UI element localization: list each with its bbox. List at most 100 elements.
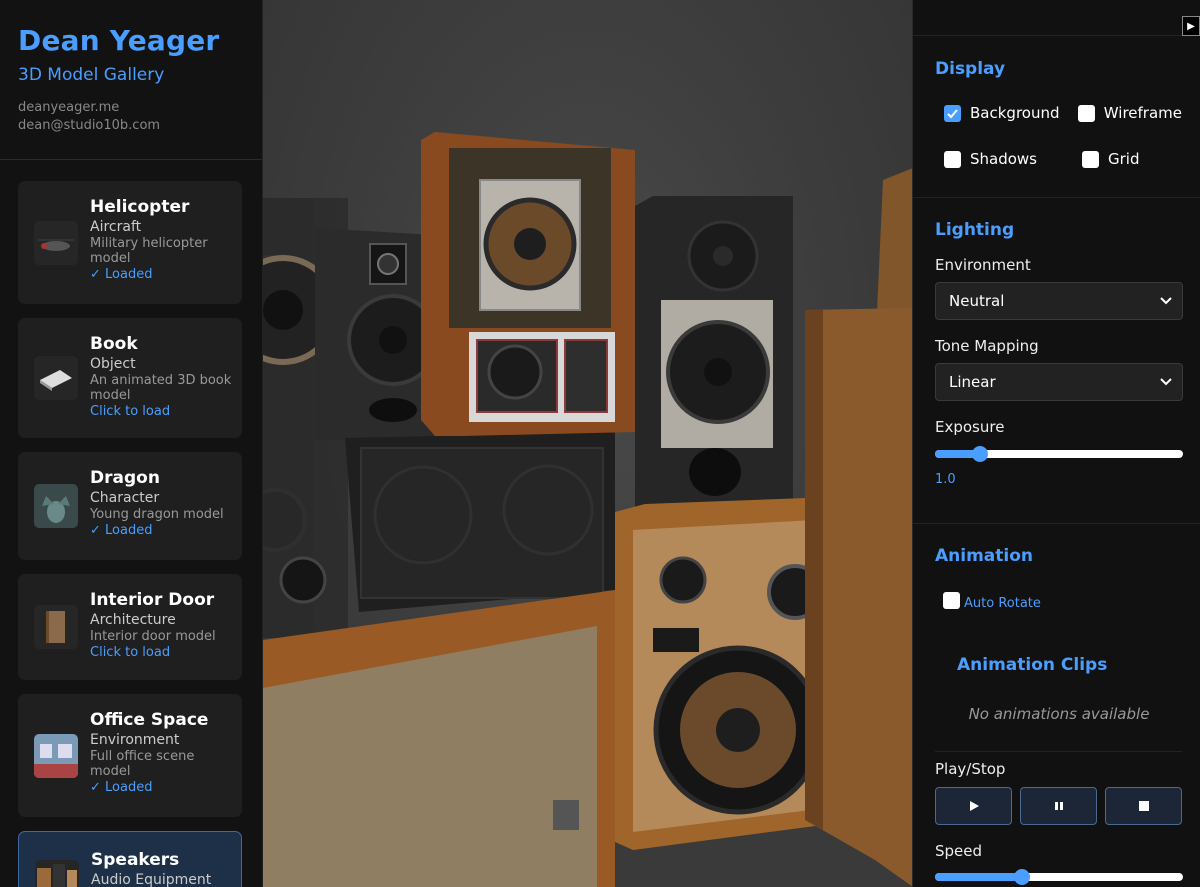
door-icon	[34, 605, 78, 649]
stop-button[interactable]	[1105, 787, 1182, 825]
display-title: Display	[935, 59, 1006, 79]
model-card-dragon[interactable]: Dragon Character Young dragon model ✓ Lo…	[18, 452, 242, 560]
environment-value: Neutral	[949, 292, 1005, 310]
black-speaker-tall	[635, 196, 793, 526]
grid-checkbox[interactable]	[1082, 150, 1099, 168]
display-row-2: Shadows Grid	[935, 150, 1182, 168]
auto-rotate-label: Auto Rotate	[964, 596, 1041, 611]
model-category: Environment	[90, 732, 180, 748]
collapse-panel-button[interactable]: ▶	[1182, 16, 1200, 36]
model-card-office-space[interactable]: Office Space Environment Full office sce…	[18, 694, 242, 817]
lighting-title: Lighting	[935, 220, 1015, 240]
grille-speaker	[345, 432, 615, 612]
exposure-slider[interactable]	[935, 446, 1183, 462]
controls-panel: ▶ Display Background Wireframe Shadows G…	[912, 0, 1200, 887]
shadows-label: Shadows	[970, 150, 1038, 168]
pause-icon	[1054, 802, 1063, 810]
play-triangle-icon: ▶	[1187, 20, 1195, 32]
model-description: Interior door model	[90, 629, 216, 644]
pause-button[interactable]	[1020, 787, 1097, 825]
display-row-1: Background Wireframe	[935, 104, 1182, 122]
speed-slider[interactable]	[935, 869, 1183, 885]
environment-select[interactable]: Neutral	[935, 282, 1183, 320]
wood-speaker-top	[421, 132, 635, 436]
play-button[interactable]	[935, 787, 1012, 825]
grid-label: Grid	[1108, 150, 1140, 168]
wood-cabinet-bottom	[263, 590, 615, 887]
helicopter-icon	[34, 220, 78, 265]
play-stop-label: Play/Stop	[935, 760, 1006, 778]
chevron-down-icon	[1160, 297, 1172, 305]
speakers-icon	[35, 860, 79, 887]
model-category: Audio Equipment	[91, 872, 212, 887]
speed-slider-fill	[935, 873, 1022, 881]
model-title: Office Space	[90, 710, 209, 730]
model-card-helicopter[interactable]: Helicopter Aircraft Military helicopter …	[18, 181, 242, 304]
tone-mapping-value: Linear	[949, 373, 996, 391]
app: Dean Yeager 3D Model Gallery deanyeager.…	[0, 0, 1200, 887]
model-status: ✓ Loaded	[90, 523, 153, 538]
background-toggle[interactable]: Background	[944, 104, 1078, 122]
background-label: Background	[970, 104, 1060, 122]
gallery-subtitle: 3D Model Gallery	[18, 65, 165, 85]
shadows-checkbox[interactable]	[944, 150, 961, 168]
wireframe-toggle[interactable]: Wireframe	[1077, 104, 1182, 122]
speed-slider-handle[interactable]	[1013, 869, 1030, 885]
model-description: Young dragon model	[90, 507, 224, 522]
3d-viewport[interactable]	[263, 0, 913, 887]
model-description: Full office scene model	[90, 749, 195, 779]
wireframe-label: Wireframe	[1103, 104, 1182, 122]
wireframe-checkbox[interactable]	[1077, 104, 1095, 122]
model-list: Helicopter Aircraft Military helicopter …	[0, 160, 262, 887]
tone-mapping-select[interactable]: Linear	[935, 363, 1183, 401]
playback-buttons	[935, 787, 1182, 825]
model-card-speakers[interactable]: Speakers Audio Equipment	[18, 831, 242, 887]
model-card-book[interactable]: Book Object An animated 3D book model Cl…	[18, 318, 242, 438]
exposure-slider-handle[interactable]	[971, 446, 988, 462]
exposure-value: 1.0	[935, 472, 956, 487]
model-status: Click to load	[90, 404, 171, 419]
model-description: Military helicopter model	[90, 236, 208, 266]
auto-rotate-toggle[interactable]: Auto Rotate	[935, 590, 1182, 611]
website-link[interactable]: deanyeager.me	[18, 99, 244, 117]
tone-mapping-label: Tone Mapping	[935, 337, 1039, 355]
display-section: Display Background Wireframe Shadows Gri…	[913, 36, 1200, 198]
no-animations-text: No animations available	[968, 705, 1150, 723]
animation-title: Animation	[935, 546, 1034, 566]
model-title: Helicopter	[90, 197, 190, 217]
model-card-interior-door[interactable]: Interior Door Architecture Interior door…	[18, 574, 242, 680]
model-description: An animated 3D book model	[90, 373, 232, 403]
grid-toggle[interactable]: Grid	[1082, 150, 1139, 168]
model-category: Object	[90, 356, 136, 372]
wood-panels-right	[805, 168, 913, 887]
exposure-label: Exposure	[935, 418, 1005, 436]
background-checkbox[interactable]	[944, 104, 961, 122]
chevron-down-icon	[1160, 378, 1172, 386]
animation-section: Animation Auto Rotate Animation Clips No…	[913, 524, 1200, 887]
auto-rotate-checkbox[interactable]	[943, 592, 960, 609]
model-status: Click to load	[90, 645, 171, 660]
lighting-section: Lighting Environment Neutral Tone Mappin…	[913, 198, 1200, 524]
author-name: Dean Yeager	[18, 24, 220, 57]
play-stop-group: Play/Stop Speed	[935, 751, 1183, 885]
model-title: Speakers	[91, 850, 180, 870]
speed-label: Speed	[935, 842, 983, 860]
email-link[interactable]: dean@studio10b.com	[18, 117, 244, 135]
model-category: Character	[90, 490, 160, 506]
shadows-toggle[interactable]: Shadows	[944, 150, 1082, 168]
sidebar-header: Dean Yeager 3D Model Gallery deanyeager.…	[0, 0, 262, 160]
model-status: ✓ Loaded	[90, 267, 153, 282]
model-category: Architecture	[90, 612, 176, 628]
check-icon	[947, 108, 958, 118]
office-icon	[34, 733, 78, 778]
panel-topbar: ▶	[913, 0, 1200, 36]
environment-label: Environment	[935, 256, 1031, 274]
model-title: Dragon	[90, 468, 160, 488]
model-category: Aircraft	[90, 219, 142, 235]
play-icon	[969, 801, 979, 811]
speakers-scene	[263, 132, 913, 887]
sidebar: Dean Yeager 3D Model Gallery deanyeager.…	[0, 0, 263, 887]
book-icon	[34, 356, 78, 400]
model-title: Book	[90, 334, 138, 354]
model-status: ✓ Loaded	[90, 780, 153, 795]
